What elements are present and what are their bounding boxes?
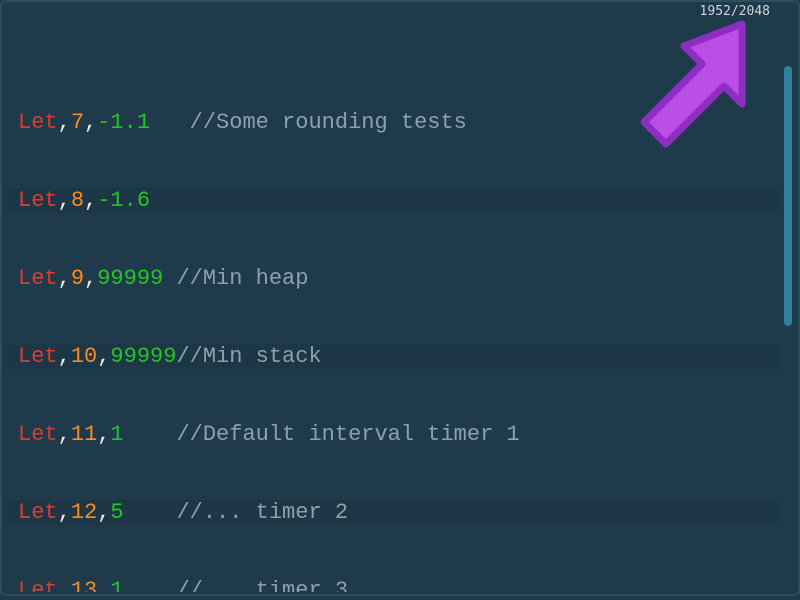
- code-line[interactable]: Let,13,1 //... timer 3: [4, 578, 778, 592]
- code-editor[interactable]: 1952/2048 Let,7,-1.1 //Some rounding tes…: [0, 0, 800, 596]
- code-line[interactable]: Let,10,99999//Min stack: [4, 344, 778, 370]
- code-line[interactable]: Let,12,5 //... timer 2: [4, 500, 778, 526]
- vertical-scrollbar[interactable]: [781, 6, 795, 590]
- code-line[interactable]: Let,8,-1.6: [4, 188, 778, 214]
- code-line[interactable]: Let,11,1 //Default interval timer 1: [4, 422, 778, 448]
- code-line[interactable]: Let,9,99999 //Min heap: [4, 266, 778, 292]
- cursor-arrow-icon: [630, 16, 760, 173]
- scrollbar-thumb[interactable]: [784, 66, 792, 326]
